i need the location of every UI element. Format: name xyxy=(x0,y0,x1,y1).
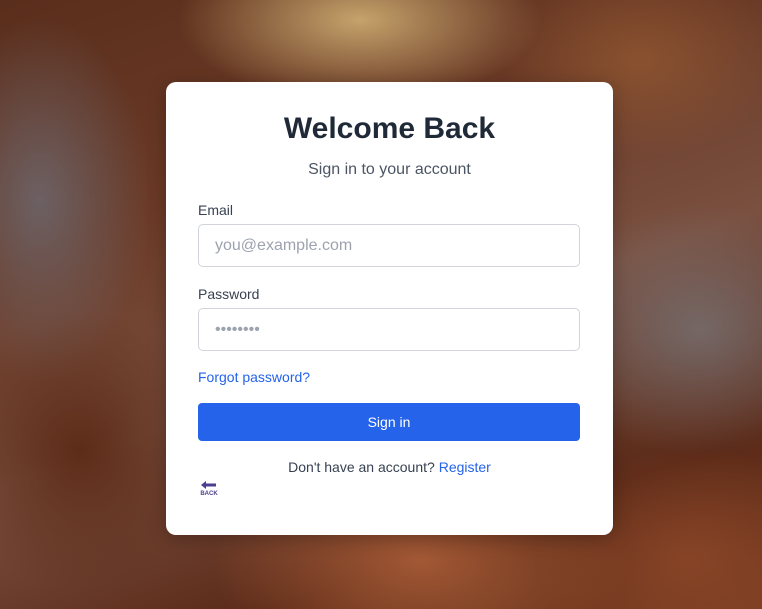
register-prompt-row: Don't have an account? Register xyxy=(166,459,613,475)
forgot-password-link[interactable]: Forgot password? xyxy=(198,369,310,385)
back-label: BACK xyxy=(200,491,218,497)
login-card: Welcome Back Sign in to your account Ema… xyxy=(166,82,613,535)
page-title: Welcome Back xyxy=(283,112,496,145)
password-field[interactable] xyxy=(198,308,580,351)
email-field[interactable] xyxy=(198,224,580,267)
back-arrow-icon xyxy=(201,481,216,489)
page-subtitle: Sign in to your account xyxy=(308,161,471,178)
password-label: Password xyxy=(198,286,260,302)
email-label: Email xyxy=(198,202,234,218)
back-button[interactable]: BACK xyxy=(200,480,220,500)
sign-in-button[interactable]: Sign in xyxy=(198,403,580,441)
register-prompt-text: Don't have an account? xyxy=(288,459,435,475)
register-link[interactable]: Register xyxy=(439,459,491,475)
